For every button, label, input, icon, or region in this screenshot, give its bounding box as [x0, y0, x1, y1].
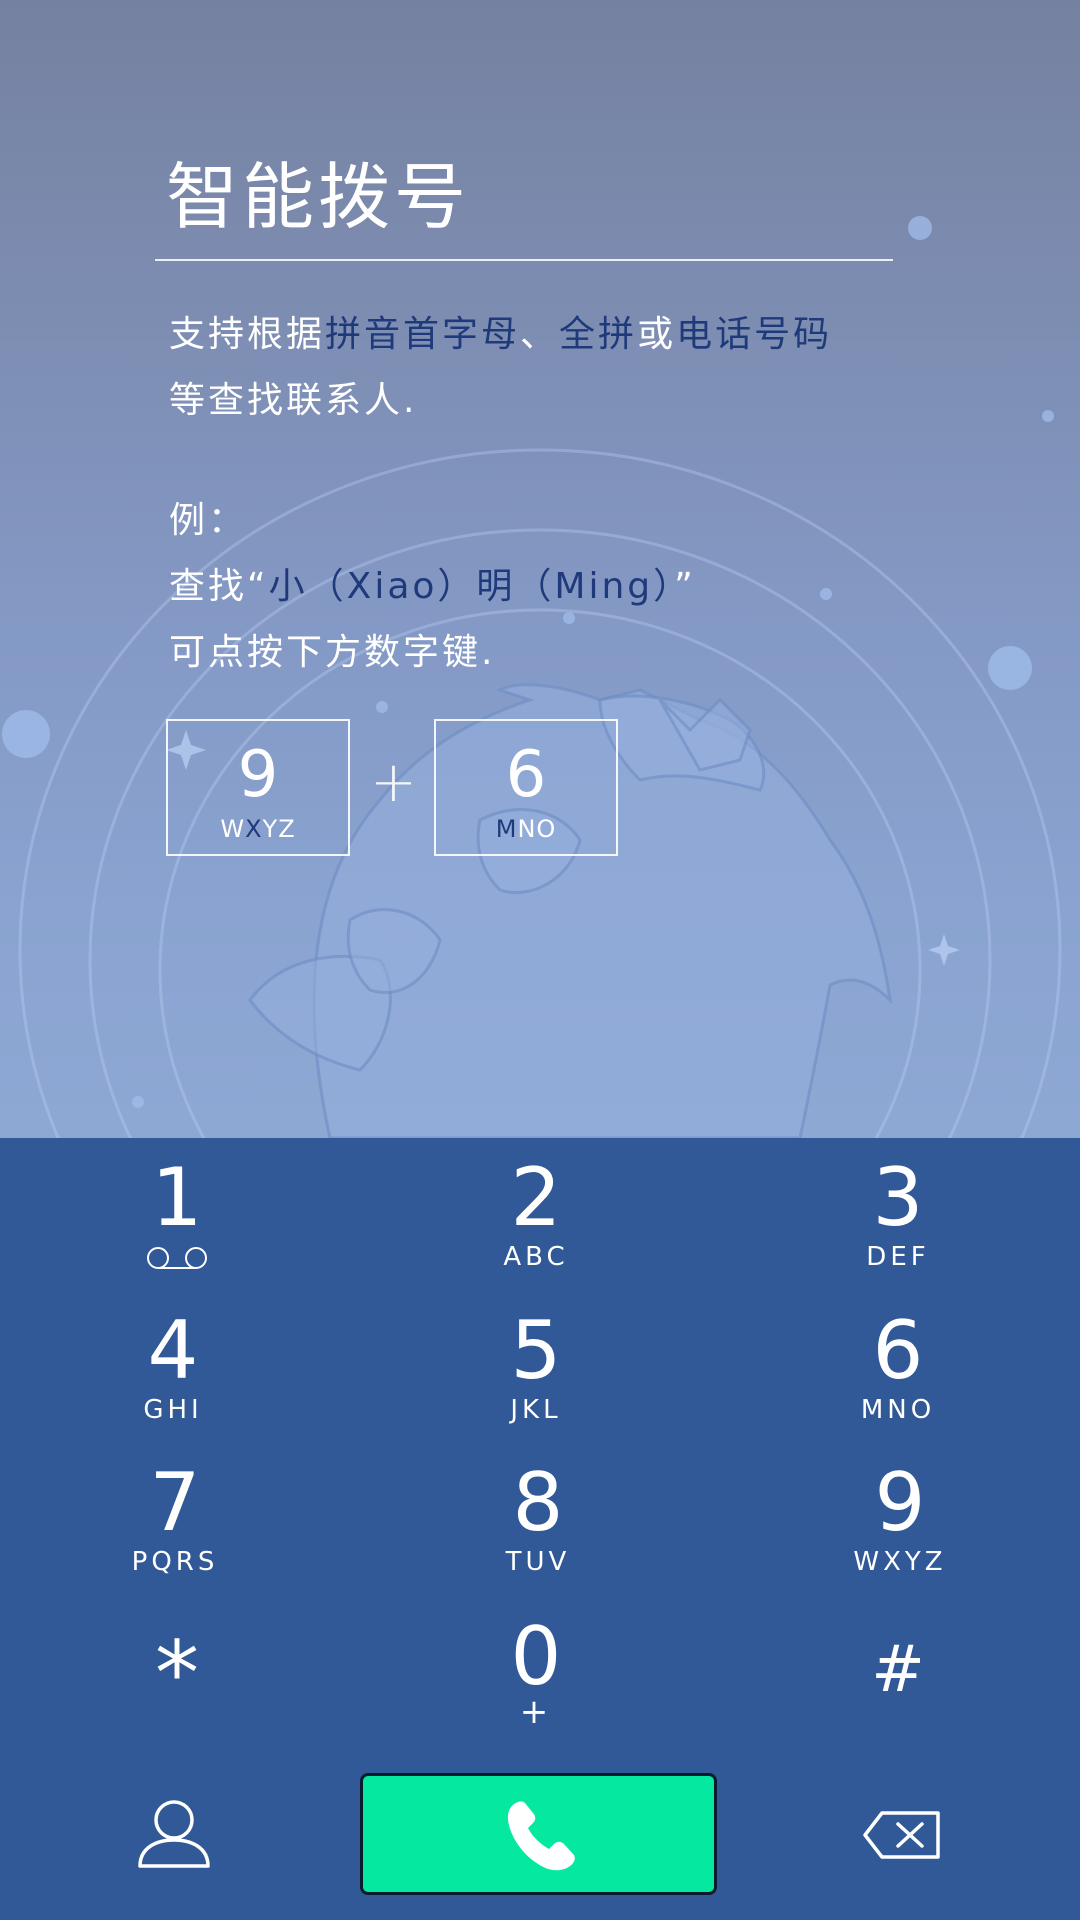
dial-key-1[interactable]: 1 [27, 1158, 327, 1308]
key-letters: MNO [860, 1395, 936, 1425]
dial-key-9[interactable]: 9 WXYZ [750, 1463, 1050, 1613]
example-text: 查找“ [169, 566, 269, 607]
key-digit: 1 [151, 1151, 203, 1244]
delete-button[interactable] [862, 1810, 942, 1860]
dial-key-4[interactable]: 4 GHI [23, 1311, 323, 1461]
key-letters: GHI [143, 1395, 203, 1425]
key-letters: ABC [503, 1242, 569, 1272]
key-letters: DEF [866, 1242, 930, 1272]
example-name-highlight: 小（Xiao）明（Ming） [268, 566, 675, 607]
dial-key-star[interactable]: * [27, 1630, 327, 1740]
smart-dial-tutorial: 智能拨号 支持根据拼音首字母、全拼或电话号码等查找联系人. 例： 查找“小（Xi… [0, 0, 1080, 1138]
call-button[interactable] [360, 1773, 717, 1895]
example-line: 查找“小（Xiao）明（Ming）” [169, 554, 696, 620]
key-digit: 8 [512, 1456, 564, 1549]
example-label: 例： [169, 500, 248, 541]
demo-letter-highlight: X [245, 815, 263, 843]
page-title: 智能拨号 [166, 155, 471, 239]
example-instruction: 可点按下方数字键. [169, 632, 496, 673]
desc-text: 等查找联系人. [169, 380, 418, 421]
demo-key-9: 9 WXYZ [166, 719, 350, 856]
feature-description: 支持根据拼音首字母、全拼或电话号码等查找联系人. [169, 302, 929, 434]
desc-text: 或 [637, 314, 677, 355]
key-letters: PQRS [131, 1547, 219, 1577]
example-text: ” [674, 566, 696, 607]
key-digit: 6 [872, 1304, 924, 1397]
desc-highlight-initials: 拼音首字母 [325, 314, 521, 355]
key-letters: TUV [505, 1547, 571, 1577]
dial-key-3[interactable]: 3 DEF [748, 1158, 1048, 1308]
key-digit: 2 [510, 1151, 562, 1244]
demo-letters: YZ [262, 815, 296, 843]
demo-letters: W [220, 815, 246, 843]
dial-key-7[interactable]: 7 PQRS [25, 1463, 325, 1613]
dial-key-2[interactable]: 2 ABC [386, 1158, 686, 1308]
phone-icon [507, 1801, 575, 1871]
desc-text: 支持根据 [169, 314, 326, 355]
desc-highlight-phone-number: 电话号码 [676, 314, 833, 355]
contacts-button[interactable] [132, 1798, 216, 1870]
key-letters: + [519, 1692, 553, 1732]
key-digit: * [155, 1622, 199, 1725]
backspace-icon [863, 1811, 940, 1859]
demo-key-digit: 9 [237, 738, 279, 812]
demo-key-letters: WXYZ [168, 815, 348, 843]
demo-letters: NO [517, 815, 557, 843]
desc-text: 、 [520, 314, 560, 355]
key-digit: 4 [147, 1304, 199, 1397]
demo-plus-sign: + [370, 750, 417, 815]
dial-key-5[interactable]: 5 JKL [386, 1311, 686, 1461]
dial-key-6[interactable]: 6 MNO [748, 1311, 1048, 1461]
person-icon [138, 1800, 210, 1868]
key-letters: WXYZ [853, 1547, 947, 1577]
demo-key-6: 6 MNO [434, 719, 618, 856]
demo-key-letters: MNO [436, 815, 616, 843]
key-digit: 3 [872, 1151, 924, 1244]
dial-key-hash[interactable]: # [748, 1630, 1048, 1740]
dial-key-8[interactable]: 8 TUV [388, 1463, 688, 1613]
key-letters: JKL [510, 1395, 562, 1425]
voicemail-icon [147, 1247, 207, 1269]
example-block: 例： 查找“小（Xiao）明（Ming）” 可点按下方数字键. [169, 488, 696, 686]
key-digit: # [871, 1633, 925, 1707]
dial-key-0[interactable]: 0 + [386, 1617, 686, 1767]
title-divider [155, 259, 893, 261]
key-digit: 0 [510, 1610, 562, 1703]
key-digit: 5 [510, 1304, 562, 1397]
desc-highlight-full-pinyin: 全拼 [559, 314, 638, 355]
key-digit: 7 [149, 1456, 201, 1549]
key-digit: 9 [874, 1456, 926, 1549]
demo-letter-highlight: M [495, 815, 518, 843]
demo-key-digit: 6 [505, 738, 547, 812]
